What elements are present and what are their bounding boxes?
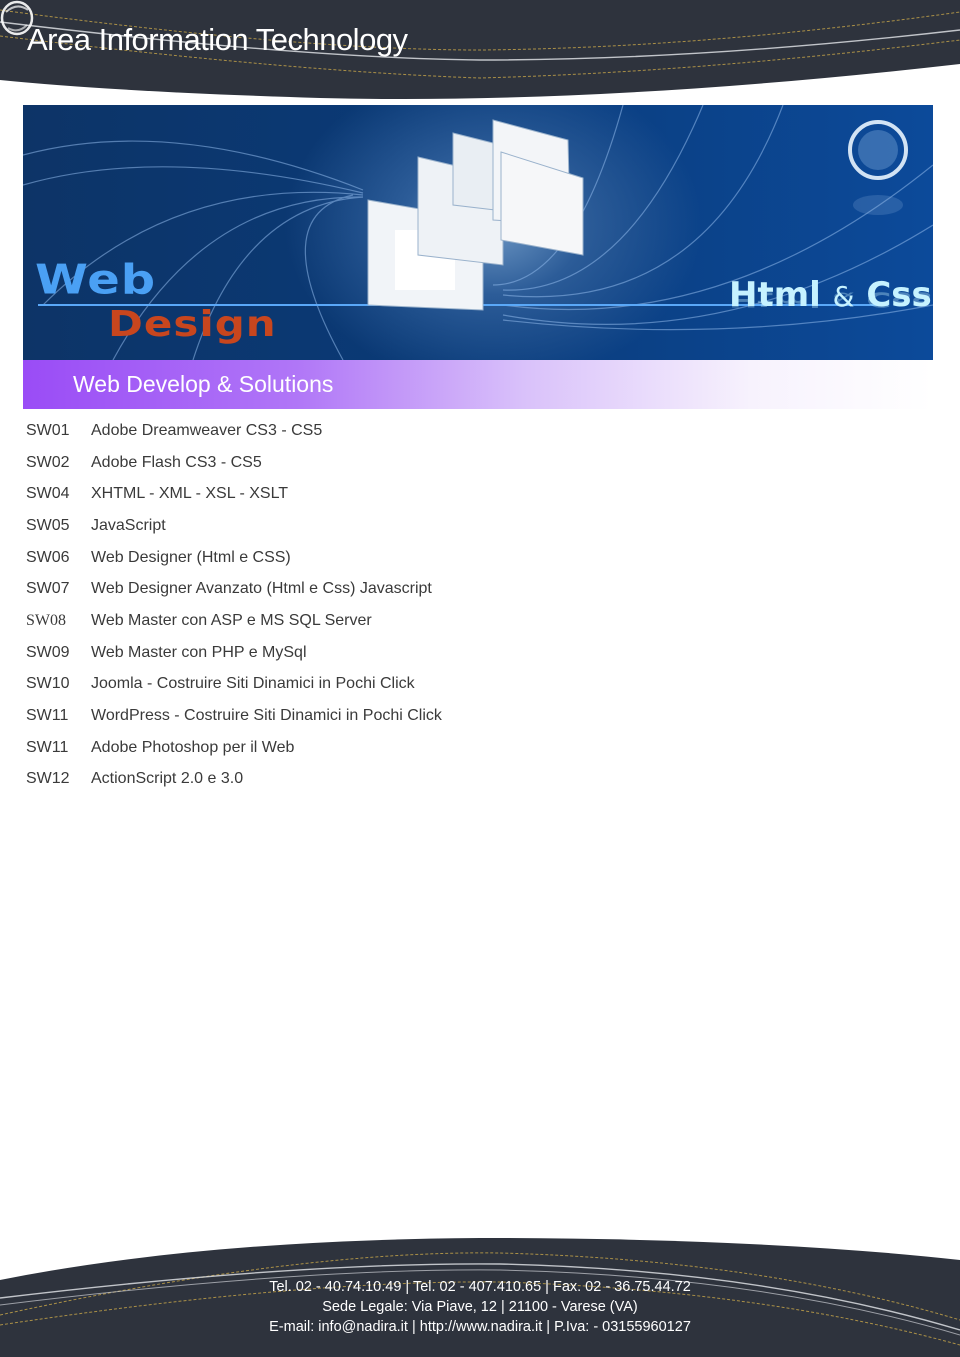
course-row: SW11 WordPress - Costruire Siti Dinamici… [26,700,442,732]
course-row: SW07 Web Designer Avanzato (Html e Css) … [26,573,442,605]
html-css-reflection: Html & Css [729,287,932,311]
course-name: XHTML - XML - XSL - XSLT [91,485,289,503]
course-code: SW11 [26,707,69,725]
course-name: Adobe Photoshop per il Web [91,738,295,756]
course-code: SW11 [26,738,69,756]
course-name: Web Designer (Html e CSS) [91,548,291,566]
course-name: Web Master con ASP e MS SQL Server [91,611,372,629]
course-name: ActionScript 2.0 e 3.0 [91,770,244,788]
banner-globe [848,120,908,215]
design-word-logo: Design [108,303,277,345]
course-row: SW05 JavaScript [26,510,442,542]
section-header-bar: Web Develop & Solutions [23,360,933,409]
course-code: SW05 [26,516,70,534]
course-row: SW11 Adobe Photoshop per il Web [26,732,442,764]
course-row: SW06 Web Designer (Html e CSS) [26,542,442,574]
header-title: Area Information Technology [27,22,408,57]
course-row: SW01 Adobe Dreamweaver CS3 - CS5 [26,415,442,447]
browser-window-illustrations [367,119,584,311]
glass-globe-icon [0,0,34,36]
course-row: SW08 Web Master con ASP e MS SQL Server [26,605,442,637]
course-code: SW12 [26,770,70,788]
course-row: SW04 XHTML - XML - XSL - XSLT [26,478,442,510]
web-design-banner: Web Design Html & Css Html & Css [23,105,933,360]
course-name: Web Designer Avanzato (Html e Css) Javas… [91,580,432,598]
course-code: SW10 [26,675,70,693]
course-row: SW12 ActionScript 2.0 e 3.0 [26,764,442,796]
course-row: SW10 Joomla - Costruire Siti Dinamici in… [26,669,442,701]
course-code: SW09 [26,643,70,661]
page-header: Area Information Technology [0,0,960,100]
course-row: SW02 Adobe Flash CS3 - CS5 [26,447,442,479]
course-name: WordPress - Costruire Siti Dinamici in P… [91,707,442,725]
course-name: Adobe Dreamweaver CS3 - CS5 [91,421,323,439]
course-code: SW08 [26,611,66,629]
course-row: SW09 Web Master con PHP e MySql [26,637,442,669]
course-code: SW02 [26,453,70,471]
course-list: SW01 Adobe Dreamweaver CS3 - CS5 SW02 Ad… [26,415,442,795]
course-name: Adobe Flash CS3 - CS5 [91,453,262,471]
course-name: Web Master con PHP e MySql [91,643,307,661]
footer-contact-line: E-mail: info@nadira.it | http://www.nadi… [269,1319,691,1335]
footer-address-line: Sede Legale: Via Piave, 12 | 21100 - Var… [322,1299,638,1315]
course-code: SW01 [26,421,70,439]
section-title: Web Develop & Solutions [73,371,334,397]
page-footer: Tel. 02 - 40.74.10.49 | Tel. 02 - 407.41… [0,1220,960,1357]
course-name: Joomla - Costruire Siti Dinamici in Poch… [91,675,415,693]
web-word-logo: Web [35,256,157,304]
footer-phone-line: Tel. 02 - 40.74.10.49 | Tel. 02 - 407.41… [269,1279,691,1295]
course-code: SW04 [26,485,70,503]
course-name: JavaScript [91,516,166,534]
course-code: SW07 [26,580,70,598]
course-code: SW06 [26,548,70,566]
